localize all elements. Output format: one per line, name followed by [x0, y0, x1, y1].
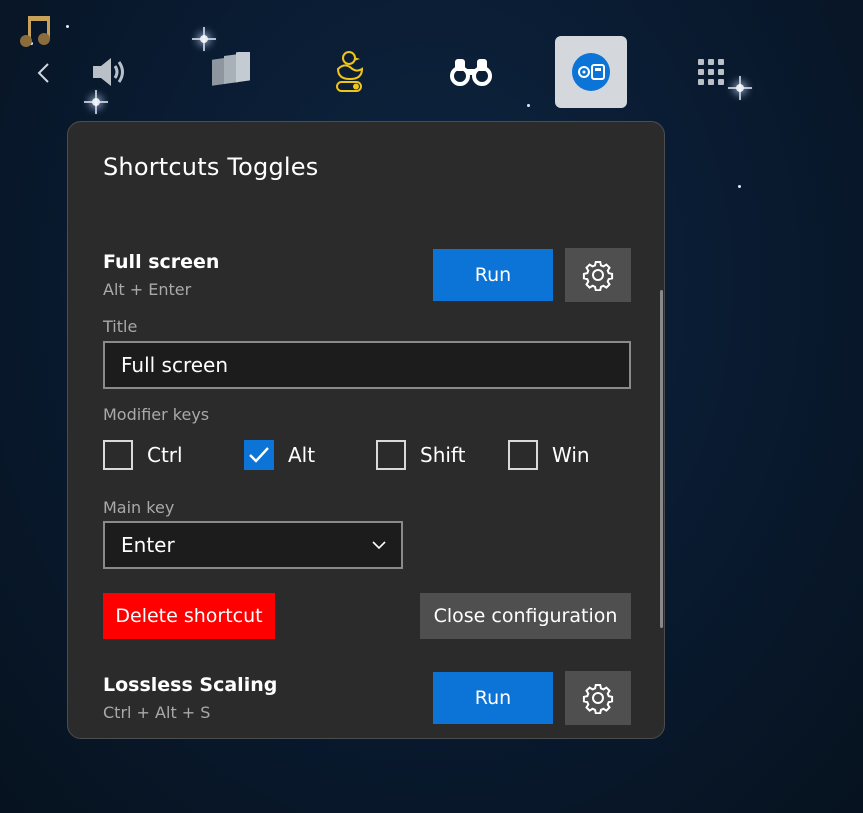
quick-access-bar — [0, 0, 863, 110]
chevron-left-icon — [37, 63, 49, 83]
gamepad-switch-icon — [572, 53, 610, 91]
delete-shortcut-button[interactable]: Delete shortcut — [103, 593, 275, 639]
checkmark-icon — [249, 447, 269, 463]
chevron-down-icon — [372, 541, 386, 550]
title-input-value: Full screen — [121, 353, 229, 377]
shortcut-keys: Alt + Enter — [103, 280, 192, 299]
scrollbar[interactable] — [660, 290, 663, 628]
checkbox-label: Alt — [288, 443, 316, 467]
back-button[interactable] — [28, 56, 58, 90]
checkbox-label: Shift — [420, 443, 466, 467]
checkbox-box[interactable] — [376, 440, 406, 470]
binoculars-icon — [450, 59, 492, 86]
shortcuts-panel: Shortcuts Toggles Full screen Alt + Ente… — [67, 121, 665, 739]
modifier-keys-label: Modifier keys — [103, 405, 210, 424]
shift-checkbox[interactable]: Shift — [376, 440, 465, 470]
apps-tab[interactable] — [679, 40, 743, 104]
main-key-select[interactable]: Enter — [103, 521, 403, 569]
gear-icon — [582, 684, 614, 714]
run-button[interactable]: Run — [433, 249, 553, 301]
duck-toggle-icon — [336, 51, 364, 92]
ctrl-checkbox[interactable]: Ctrl — [103, 440, 183, 470]
checkbox-box[interactable] — [508, 440, 538, 470]
star — [738, 185, 741, 188]
speaker-icon — [93, 58, 124, 86]
shortcut-name: Lossless Scaling — [103, 674, 278, 696]
gear-icon — [582, 261, 614, 291]
main-key-value: Enter — [121, 533, 175, 557]
shortcut-name: Full screen — [103, 251, 220, 273]
checkbox-box[interactable] — [244, 440, 274, 470]
shortcut-keys: Ctrl + Alt + S — [103, 703, 211, 722]
title-input[interactable]: Full screen — [103, 341, 631, 389]
win-checkbox[interactable]: Win — [508, 440, 590, 470]
settings-button[interactable] — [565, 671, 631, 725]
checkbox-label: Win — [552, 443, 590, 467]
settings-button[interactable] — [565, 248, 631, 302]
run-button[interactable]: Run — [433, 672, 553, 724]
title-label: Title — [103, 317, 138, 336]
main-key-label: Main key — [103, 498, 175, 517]
duck-tab[interactable] — [319, 40, 383, 104]
panel-title: Shortcuts Toggles — [103, 153, 319, 181]
alt-checkbox[interactable]: Alt — [244, 440, 315, 470]
grid-dots-icon — [698, 59, 724, 85]
stacked-windows-icon — [212, 52, 250, 86]
checkbox-label: Ctrl — [147, 443, 183, 467]
volume-tab[interactable] — [78, 40, 142, 104]
windows-tab[interactable] — [199, 40, 263, 104]
checkbox-box[interactable] — [103, 440, 133, 470]
binoculars-tab[interactable] — [439, 40, 503, 104]
shortcuts-tab[interactable] — [555, 36, 627, 108]
close-configuration-button[interactable]: Close configuration — [420, 593, 631, 639]
